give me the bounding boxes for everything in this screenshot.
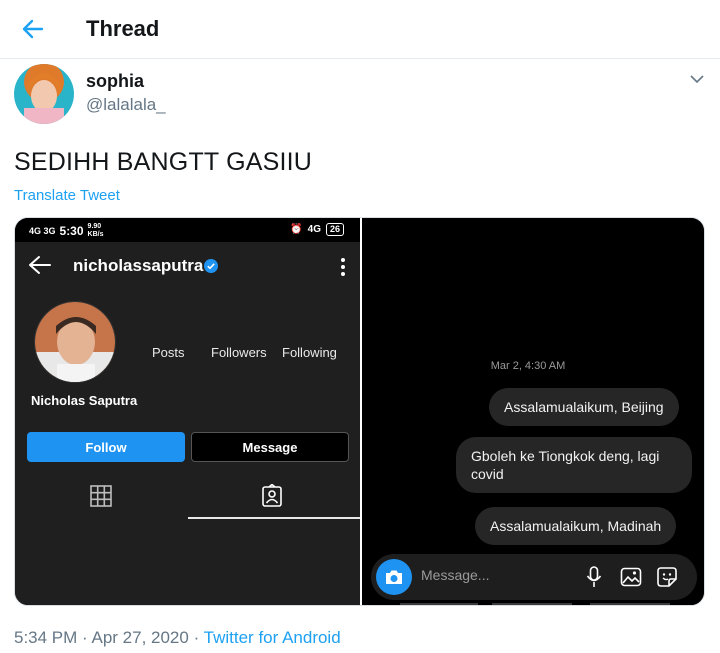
profile-avatar[interactable]	[34, 301, 116, 383]
back-button[interactable]	[14, 12, 52, 46]
arrow-left-icon	[22, 19, 44, 39]
dm-message-3: Assalamualaikum, Madinah	[475, 507, 677, 545]
active-tab-indicator	[188, 517, 360, 519]
nav-bar-segment	[590, 603, 670, 605]
alarm-icon: ⏰	[290, 224, 303, 235]
meta-separator: ·	[188, 628, 204, 647]
gallery-button[interactable]	[619, 565, 643, 589]
voice-button[interactable]	[582, 565, 606, 589]
tweet-source-link[interactable]: Twitter for Android	[204, 628, 341, 647]
grid-icon	[90, 485, 112, 507]
status-bar: 4G 3G 5:30 9.90 KB/s ⏰ 4G 26	[15, 218, 360, 242]
battery-indicator: 26	[325, 223, 344, 236]
profile-back-button[interactable]	[27, 252, 53, 278]
message-input[interactable]: Message...	[421, 567, 489, 583]
profile-username: nicholassaputra	[73, 256, 204, 275]
message-composer: Message...	[371, 554, 697, 600]
tweet-text: SEDIHH BANGTT GASIIU	[14, 148, 313, 176]
status-time: 5:30	[59, 224, 84, 238]
tweet-time[interactable]: 5:34 PM	[14, 628, 77, 647]
author-handle[interactable]: @lalalala_	[86, 95, 166, 115]
followers-stat[interactable]: Followers	[211, 345, 267, 360]
tagged-person-icon	[262, 483, 282, 507]
profile-menu-button[interactable]	[333, 254, 353, 280]
profile-screenshot: 4G 3G 5:30 9.90 KB/s ⏰ 4G 26 nicholassap…	[15, 218, 360, 605]
microphone-icon	[586, 566, 602, 587]
dm-message-2: Gboleh ke Tiongkok deng, lagi covid	[456, 437, 692, 493]
author-name[interactable]: sophia	[86, 71, 144, 92]
tab-posts-grid[interactable]	[89, 484, 113, 508]
camera-button[interactable]	[376, 559, 412, 595]
thread-header: Thread	[0, 0, 720, 59]
kebab-menu-icon	[341, 258, 345, 276]
verified-badge-icon	[204, 259, 218, 273]
meta-separator: ·	[77, 628, 92, 647]
tab-tagged[interactable]	[260, 483, 284, 508]
sticker-icon	[657, 567, 677, 587]
more-options-button[interactable]	[684, 67, 710, 91]
tweet-media[interactable]: 4G 3G 5:30 9.90 KB/s ⏰ 4G 26 nicholassap…	[14, 217, 705, 606]
author-avatar[interactable]	[14, 64, 74, 124]
profile-full-name: Nicholas Saputra	[31, 393, 138, 408]
dm-message-1: Assalamualaikum, Beijing	[489, 388, 679, 426]
tweet-date[interactable]: Apr 27, 2020	[91, 628, 188, 647]
message-button[interactable]: Message	[191, 432, 349, 462]
nav-bar-segment	[492, 603, 572, 605]
page-title: Thread	[86, 16, 160, 41]
status-speed: 9.90 KB/s	[87, 223, 104, 238]
nav-bar-segment	[400, 603, 478, 605]
dm-timestamp: Mar 2, 4:30 AM	[490, 360, 566, 372]
follow-button[interactable]: Follow	[27, 432, 185, 462]
tweet-meta: 5:34 PM · Apr 27, 2020 · Twitter for And…	[14, 628, 341, 648]
dm-screenshot: Mar 2, 4:30 AM Assalamualaikum, Beijing …	[362, 218, 704, 605]
chevron-down-icon	[690, 74, 704, 83]
sticker-button[interactable]	[655, 565, 679, 589]
posts-stat[interactable]: Posts	[152, 345, 185, 360]
translate-tweet-link[interactable]: Translate Tweet	[14, 187, 120, 204]
camera-icon	[386, 570, 402, 584]
signal-label: 4G 3G	[29, 226, 56, 236]
arrow-left-icon	[29, 256, 51, 274]
following-stat[interactable]: Following	[282, 345, 337, 360]
image-icon	[620, 567, 642, 587]
network-label: 4G	[307, 224, 321, 235]
